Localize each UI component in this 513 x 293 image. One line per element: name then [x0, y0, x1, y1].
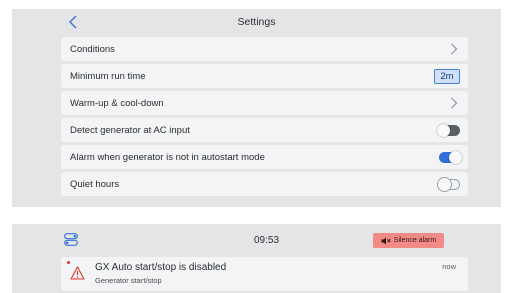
row-quiet-hours[interactable]: Quiet hours [61, 172, 468, 196]
notification-title: GX Auto start/stop is disabled [95, 262, 227, 273]
row-label: Alarm when generator is not in autostart… [70, 151, 265, 163]
silence-alarm-label: Silence alarm [393, 237, 437, 244]
toggle-menu-button[interactable] [64, 233, 78, 246]
settings-header: Settings [12, 9, 501, 35]
row-detect-generator[interactable]: Detect generator at AC input [61, 118, 468, 142]
status-clock: 09:53 [254, 235, 280, 246]
notification-card[interactable]: GX Auto start/stop is disabled Generator… [61, 257, 468, 291]
toggle-knob [449, 150, 462, 164]
row-minimum-run-time[interactable]: Minimum run time 2m [61, 64, 468, 88]
detect-generator-toggle[interactable] [437, 123, 460, 137]
notification-subtitle: Generator start/stop [95, 276, 162, 285]
notification-time: now [442, 262, 456, 271]
row-warm-up-cool-down[interactable]: Warm-up & cool-down [61, 91, 468, 115]
warning-triangle-icon [70, 266, 85, 280]
unread-dot [67, 261, 70, 264]
row-label: Detect generator at AC input [70, 124, 190, 136]
settings-panel: Settings Conditions Minimum run time 2m … [12, 9, 501, 207]
alarm-autostart-toggle[interactable] [439, 150, 462, 164]
page-title: Settings [237, 16, 276, 28]
chevron-right-icon [448, 42, 460, 56]
run-time-value-button[interactable]: 2m [434, 68, 460, 84]
row-label: Minimum run time [70, 70, 146, 82]
row-conditions[interactable]: Conditions [61, 37, 468, 61]
toggle-menu-icon [64, 233, 78, 246]
toggle-knob [437, 123, 450, 137]
notification-panel: 09:53 Silence alarm GX Auto start/stop i… [12, 224, 501, 293]
toggle-knob [438, 177, 451, 191]
row-alarm-autostart[interactable]: Alarm when generator is not in autostart… [61, 145, 468, 169]
row-label: Warm-up & cool-down [70, 97, 164, 109]
row-label: Conditions [70, 43, 115, 55]
speaker-mute-icon [381, 237, 391, 244]
row-label: Quiet hours [70, 178, 120, 190]
silence-alarm-button[interactable]: Silence alarm [373, 233, 444, 248]
quiet-hours-toggle[interactable] [438, 177, 460, 191]
chevron-right-icon [448, 96, 460, 110]
